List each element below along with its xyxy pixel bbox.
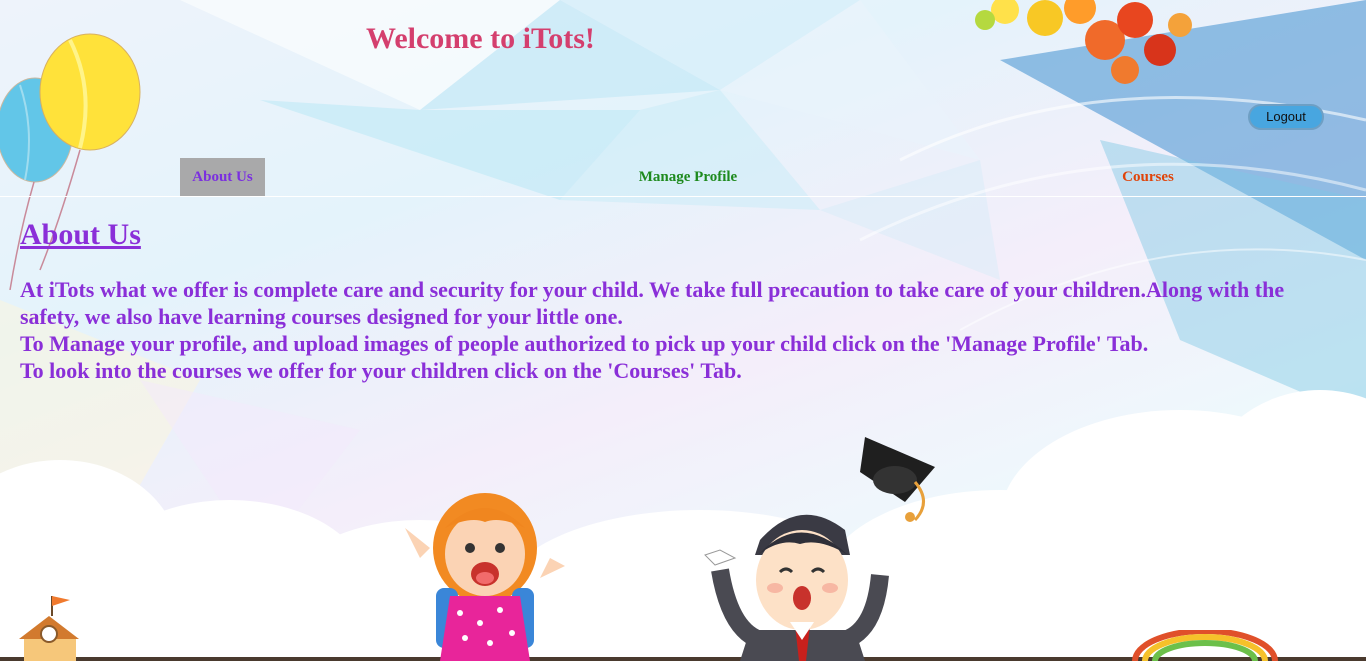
- about-paragraph-3: To look into the courses we offer for yo…: [20, 358, 742, 383]
- nav-tab-courses[interactable]: Courses: [1108, 158, 1188, 196]
- about-paragraph-1: At iTots what we offer is complete care …: [20, 277, 1285, 329]
- about-paragraph-2: To Manage your profile, and upload image…: [20, 331, 1149, 356]
- nav-tab-about-us[interactable]: About Us: [180, 158, 265, 196]
- logout-button[interactable]: Logout: [1248, 104, 1324, 130]
- nav-bar: About Us Manage Profile Courses: [0, 158, 1366, 197]
- page-title: Welcome to iTots!: [366, 22, 595, 55]
- autumn-leaves-icon: [975, 0, 1192, 84]
- girl-illustration-icon: [405, 493, 565, 661]
- graduate-boy-illustration-icon: [704, 514, 889, 661]
- about-heading: About Us: [20, 218, 141, 251]
- about-text: At iTots what we offer is complete care …: [20, 276, 1340, 384]
- rainbow-icon: [1132, 630, 1278, 661]
- about-section: About Us At iTots what we offer is compl…: [20, 218, 1340, 384]
- school-house-icon: [19, 596, 79, 661]
- nav-tab-manage-profile[interactable]: Manage Profile: [628, 158, 748, 196]
